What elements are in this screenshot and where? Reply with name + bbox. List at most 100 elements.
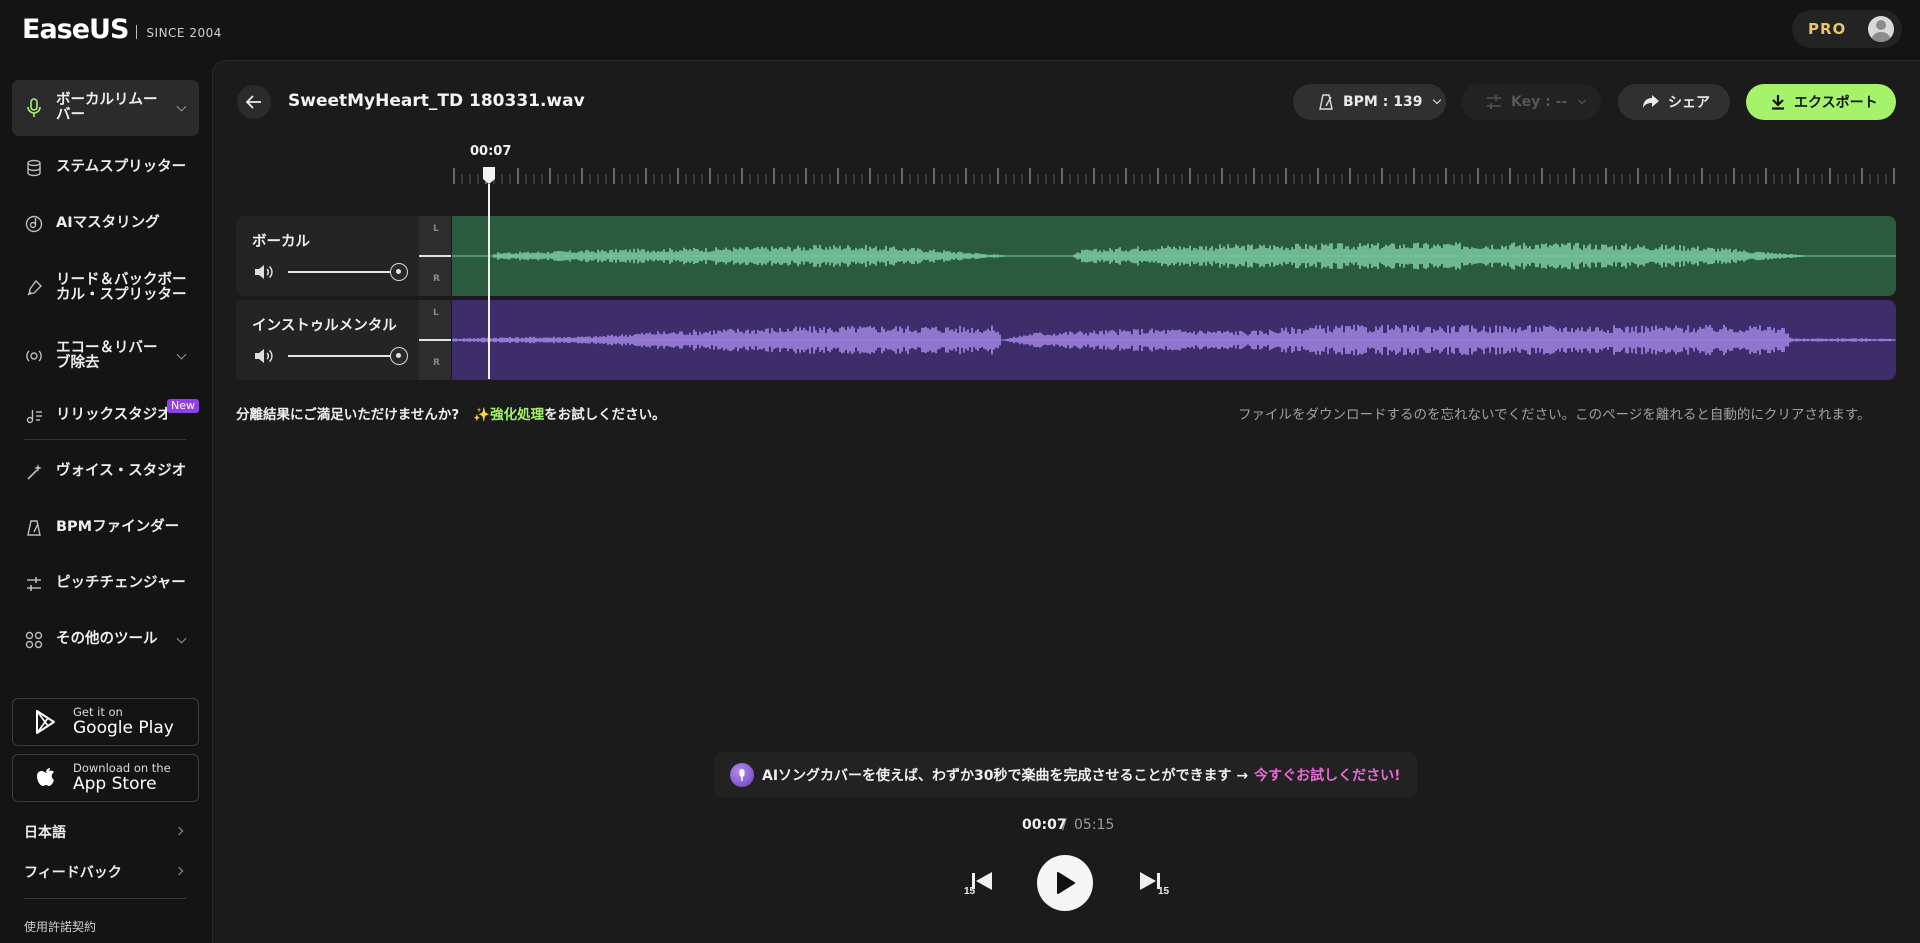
sidebar-item-lead-back-splitter[interactable]: リード＆バックボーカル・スプリッター [12, 260, 199, 316]
sidebar-item-ai-mastering[interactable]: AIマスタリング [12, 204, 199, 244]
sidebar-item-label: ピッチチェンジャー [56, 575, 186, 592]
split-brush-icon [22, 276, 46, 300]
file-name: SweetMyHeart_TD 180331.wav [288, 91, 585, 111]
volume-slider[interactable] [288, 271, 396, 273]
sidebar-item-label: AIマスタリング [56, 215, 160, 232]
channel-r-label: R [433, 358, 440, 368]
apple-icon [31, 765, 61, 791]
store-caption: Download on the [73, 760, 171, 775]
logo-text: EaseUS [22, 14, 129, 45]
language-label: 日本語 [24, 825, 66, 841]
feedback-label: フィードバック [24, 865, 122, 881]
brand-logo[interactable]: EaseUS SINCE 2004 [22, 14, 222, 45]
sidebar-item-label: ステムスプリッター [56, 159, 187, 176]
export-button[interactable]: エクスポート [1746, 84, 1896, 120]
channel-divider [419, 339, 451, 341]
back-button[interactable] [237, 85, 271, 119]
current-time: 00:07 [1022, 817, 1067, 833]
feedback-link[interactable]: フィードバック [24, 862, 186, 882]
track-controls-instrumental: インストゥルメンタル [236, 300, 419, 380]
share-label: シェア [1668, 95, 1710, 111]
track-name: ボーカル [252, 234, 310, 250]
track-controls-vocal: ボーカル [236, 216, 419, 296]
sidebar-item-vocal-remover[interactable]: ボーカルリムーバー [12, 80, 199, 136]
volume-slider-knob[interactable] [390, 347, 408, 365]
forward-seconds: 15 [1158, 886, 1170, 896]
sidebar-item-lyric-studio[interactable]: リリックスタジオ New [12, 388, 199, 444]
play-icon [1057, 872, 1075, 894]
chevron-right-icon [174, 826, 184, 836]
rewind-seconds: 15 [964, 886, 976, 896]
playhead-line[interactable] [488, 184, 490, 379]
avatar-icon[interactable] [1868, 16, 1894, 42]
echo-icon [22, 344, 46, 368]
channel-indicator: L R [419, 216, 451, 296]
metronome-icon [22, 516, 46, 540]
bpm-label: BPM : 139 [1343, 94, 1423, 110]
account-pro-button[interactable]: PRO [1792, 10, 1902, 48]
download-reminder: ファイルをダウンロードするのを忘れないでください。このページを離れると自動的にク… [1238, 407, 1871, 423]
share-button[interactable]: シェア [1618, 84, 1730, 120]
sidebar-item-label: リリックスタジオ [56, 407, 172, 424]
export-label: エクスポート [1794, 95, 1878, 111]
sidebar-divider [24, 439, 186, 440]
enhance-note-suffix: をお試しください。 [544, 407, 666, 423]
sidebar-item-pitch-changer[interactable]: ピッチチェンジャー [12, 564, 199, 604]
ai-cover-icon [730, 763, 754, 787]
pitch-sliders-icon [22, 572, 46, 596]
key-label: Key : -- [1511, 94, 1568, 110]
sidebar-divider [24, 898, 186, 899]
key-sliders-icon [1487, 95, 1501, 109]
rewind-15-button[interactable]: 15 [962, 868, 996, 896]
enhance-link[interactable]: ✨強化処理 [473, 407, 544, 423]
app-store-button[interactable]: Download on the App Store [12, 754, 199, 802]
forward-15-button[interactable]: 15 [1138, 868, 1172, 896]
time-separator: / [1062, 817, 1067, 833]
volume-icon[interactable] [254, 264, 276, 280]
editor-panel [212, 60, 1920, 943]
channel-indicator: L R [419, 300, 451, 380]
volume-slider-knob[interactable] [390, 263, 408, 281]
waveform-vocal[interactable] [452, 216, 1896, 296]
channel-l-label: L [433, 224, 439, 234]
share-arrow-icon [1643, 95, 1659, 108]
enhance-note-prefix: 分離結果にご満足いただけませんか? [236, 407, 460, 423]
grid-icon [22, 628, 46, 652]
logo-separator [136, 24, 138, 39]
channel-r-label: R [433, 274, 440, 284]
store-name: Google Play [73, 717, 174, 738]
volume-icon[interactable] [254, 348, 276, 364]
playhead-handle[interactable] [482, 166, 496, 185]
google-play-button[interactable]: Get it on Google Play [12, 698, 199, 746]
sidebar: ボーカルリムーバー ステムスプリッター AIマスタリング リード＆バックボーカル… [0, 60, 212, 943]
sidebar-item-other-tools[interactable]: その他のツール [12, 620, 199, 660]
key-dropdown[interactable]: Key : -- [1461, 84, 1601, 120]
total-time: 05:15 [1074, 817, 1115, 833]
license-link[interactable]: 使用許諾契約 [24, 918, 96, 935]
bpm-dropdown[interactable]: BPM : 139 [1293, 84, 1446, 120]
sidebar-item-echo-reverb[interactable]: エコー＆リバーブ除去 [12, 328, 199, 384]
chevron-down-icon [1433, 95, 1442, 105]
sidebar-item-label: ボーカルリムーバー [56, 91, 158, 123]
timeline-ruler[interactable] [452, 166, 1896, 186]
chevron-right-icon [174, 866, 184, 876]
sidebar-item-voice-studio[interactable]: ヴォイス・スタジオ [12, 452, 199, 492]
logo-since: SINCE 2004 [146, 25, 222, 40]
volume-slider[interactable] [288, 355, 396, 357]
store-name: App Store [73, 773, 157, 794]
magic-wand-icon [22, 460, 46, 484]
top-bar: EaseUS SINCE 2004 PRO [0, 0, 1920, 60]
promo-text: AIソングカバーを使えば、わずか30秒で楽曲を完成させることができます → [762, 768, 1249, 784]
language-selector[interactable]: 日本語 [24, 822, 186, 842]
sidebar-item-bpm-finder[interactable]: BPMファインダー [12, 508, 199, 548]
waveform-instrumental[interactable] [452, 300, 1896, 380]
sidebar-item-stem-splitter[interactable]: ステムスプリッター [12, 148, 199, 188]
promo-link[interactable]: 今すぐお試しください! [1254, 765, 1400, 785]
store-caption: Get it on [73, 704, 123, 719]
sidebar-item-label: BPMファインダー [56, 519, 180, 536]
play-button[interactable] [1037, 855, 1093, 911]
fast-forward-icon [1140, 872, 1160, 890]
metronome-icon [1319, 94, 1333, 110]
channel-divider [419, 255, 451, 257]
pro-label: PRO [1808, 20, 1847, 38]
